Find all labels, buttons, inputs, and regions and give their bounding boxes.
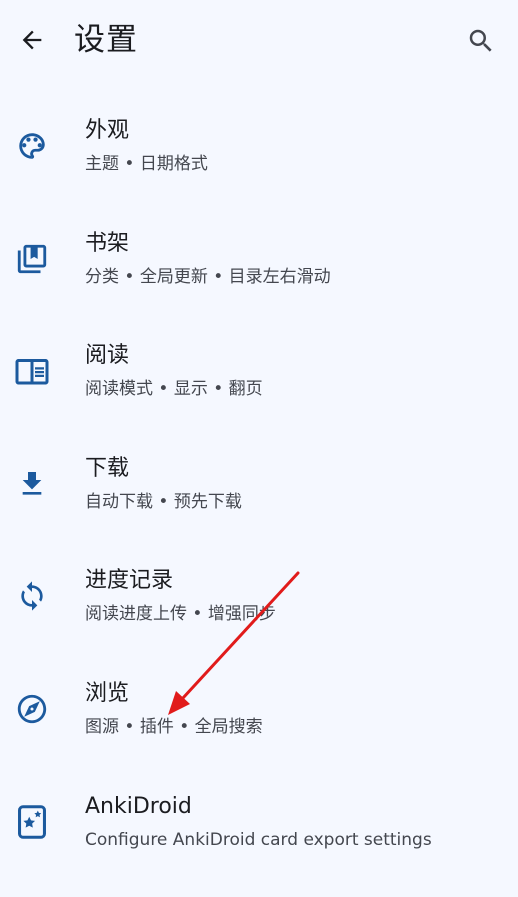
back-button[interactable] <box>12 20 52 60</box>
sync-icon <box>12 576 52 616</box>
settings-item-title: 下载 <box>85 455 130 481</box>
settings-item-title: 浏览 <box>85 680 130 706</box>
library-books-icon <box>12 239 52 279</box>
download-icon <box>12 464 52 504</box>
settings-item-appearance[interactable]: 外观 主题 • 日期格式 <box>0 90 518 203</box>
compass-icon <box>12 689 52 729</box>
search-button[interactable] <box>460 20 502 62</box>
settings-item-library[interactable]: 书架 分类 • 全局更新 • 目录左右滑动 <box>0 203 518 316</box>
chrome-reader-mode-icon <box>12 351 52 391</box>
settings-item-subtitle: Configure AnkiDroid card export settings <box>85 829 432 850</box>
settings-list: 外观 主题 • 日期格式 书架 分类 • 全局更新 • 目录左右滑动 阅读 阅读… <box>0 90 518 878</box>
settings-item-reader[interactable]: 阅读 阅读模式 • 显示 • 翻页 <box>0 315 518 428</box>
palette-icon <box>12 126 52 166</box>
settings-item-subtitle: 分类 • 全局更新 • 目录左右滑动 <box>85 266 331 287</box>
settings-item-subtitle: 阅读进度上传 • 增强同步 <box>85 604 276 625</box>
settings-item-title: 阅读 <box>85 343 130 369</box>
settings-item-title: 书架 <box>85 230 130 256</box>
anki-card-icon <box>12 802 52 842</box>
settings-item-ankidroid[interactable]: AnkiDroid Configure AnkiDroid card expor… <box>0 766 518 879</box>
settings-item-download[interactable]: 下载 自动下载 • 预先下载 <box>0 428 518 541</box>
settings-item-subtitle: 自动下载 • 预先下载 <box>85 491 242 512</box>
arrow-left-icon <box>22 30 42 50</box>
settings-item-tracking[interactable]: 进度记录 阅读进度上传 • 增强同步 <box>0 540 518 653</box>
settings-item-subtitle: 图源 • 插件 • 全局搜索 <box>85 716 263 737</box>
settings-item-browse[interactable]: 浏览 图源 • 插件 • 全局搜索 <box>0 653 518 766</box>
top-app-bar: 设置 <box>0 0 518 82</box>
search-icon <box>469 29 492 52</box>
page-title: 设置 <box>74 22 138 58</box>
settings-item-subtitle: 阅读模式 • 显示 • 翻页 <box>85 379 263 400</box>
settings-item-title: 进度记录 <box>85 568 174 594</box>
settings-item-title: AnkiDroid <box>85 793 192 819</box>
settings-item-title: 外观 <box>85 118 130 143</box>
settings-item-subtitle: 主题 • 日期格式 <box>85 154 208 174</box>
